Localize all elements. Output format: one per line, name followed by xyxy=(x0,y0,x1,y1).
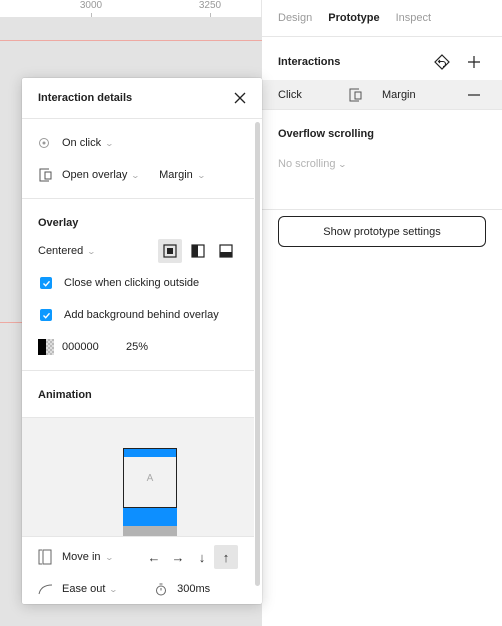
action-select[interactable]: Open overlay ⌄ xyxy=(62,169,141,181)
ease-curve-icon xyxy=(38,583,62,595)
animation-type-value: Move in xyxy=(62,551,101,563)
destination-value: Margin xyxy=(159,169,193,181)
background-color-value[interactable]: 000000 xyxy=(62,341,126,353)
interaction-destination: Margin xyxy=(382,88,416,101)
interaction-details-popup: Interaction details On click ⌄ Open over… xyxy=(22,78,262,604)
overlay-bottom-icon[interactable] xyxy=(214,239,238,263)
flow-starting-point-icon[interactable] xyxy=(430,50,454,74)
ruler-tick xyxy=(210,13,211,17)
easing-value: Ease out xyxy=(62,583,106,595)
color-swatch[interactable] xyxy=(38,339,54,355)
close-outside-label: Close when clicking outside xyxy=(64,277,200,289)
chevron-down-icon: ⌄ xyxy=(104,552,114,562)
duration-field[interactable]: 300ms xyxy=(155,583,210,596)
preview-frame-b xyxy=(123,508,177,526)
trigger-select[interactable]: On click ⌄ xyxy=(62,137,115,149)
action-row: Open overlay ⌄ Margin ⌄ xyxy=(22,159,254,191)
overflow-title: Overflow scrolling xyxy=(278,128,374,140)
background-opacity-value[interactable]: 25% xyxy=(126,341,148,353)
preview-frame-a: A xyxy=(123,448,177,508)
interactions-header: Interactions xyxy=(262,44,502,80)
minus-icon[interactable] xyxy=(462,83,486,107)
chevron-down-icon: ⌄ xyxy=(131,170,141,180)
close-icon[interactable] xyxy=(228,86,252,110)
chevron-down-icon: ⌄ xyxy=(338,159,348,169)
add-background-row: Add background behind overlay xyxy=(22,299,254,331)
layout-guide xyxy=(0,40,262,41)
tab-prototype[interactable]: Prototype xyxy=(328,12,379,24)
preview-frame-bar xyxy=(124,449,176,457)
destination-select[interactable]: Margin ⌄ xyxy=(159,169,206,181)
duration-value: 300ms xyxy=(177,583,211,595)
overlay-title: Overlay xyxy=(38,217,79,229)
plus-icon[interactable] xyxy=(462,50,486,74)
close-outside-checkbox[interactable] xyxy=(40,277,52,289)
popup-title: Interaction details xyxy=(38,92,133,104)
interaction-trigger: Click xyxy=(278,88,302,101)
interactions-title: Interactions xyxy=(278,56,341,68)
easing-select[interactable]: Ease out ⌄ xyxy=(62,583,119,595)
animation-type-row: Move in ⌄ ← → ↓ ↑ xyxy=(22,541,254,573)
animation-preview: A xyxy=(22,417,254,537)
action-value: Open overlay xyxy=(62,169,128,181)
ruler-label: 3250 xyxy=(198,0,222,11)
tab-design[interactable]: Design xyxy=(278,12,312,24)
horizontal-ruler: 3000 3250 xyxy=(0,0,262,17)
properties-panel: Design Prototype Inspect Interactions Cl… xyxy=(262,0,502,626)
background-color-row: 000000 25% xyxy=(22,331,254,363)
direction-buttons: ← → ↓ ↑ xyxy=(142,545,238,569)
overflow-select[interactable]: No scrolling ⌄ xyxy=(278,152,486,176)
overflow-scrolling-section: Overflow scrolling No scrolling ⌄ xyxy=(262,110,502,210)
chevron-down-icon: ⌄ xyxy=(104,138,115,148)
animation-title: Animation xyxy=(38,389,92,401)
ruler-tick xyxy=(91,13,92,17)
animation-type-select[interactable]: Move in ⌄ xyxy=(62,551,114,563)
chevron-down-icon: ⌄ xyxy=(109,584,119,594)
target-icon xyxy=(38,137,62,149)
easing-row: Ease out ⌄ 300ms xyxy=(22,573,254,604)
close-outside-row: Close when clicking outside xyxy=(22,267,254,299)
overlay-position-value: Centered xyxy=(38,245,84,257)
preview-frame-label: A xyxy=(146,473,154,484)
arrow-right-icon[interactable]: → xyxy=(166,545,190,569)
overlay-left-icon[interactable] xyxy=(186,239,210,263)
overlay-position-buttons xyxy=(158,239,238,263)
overflow-value: No scrolling xyxy=(278,158,336,170)
overlay-position-row: Centered ⌄ xyxy=(22,235,254,267)
add-background-checkbox[interactable] xyxy=(40,309,52,321)
move-in-icon xyxy=(38,549,62,565)
arrow-down-icon[interactable]: ↓ xyxy=(190,545,214,569)
preview-frame-b-body xyxy=(123,526,177,536)
open-overlay-icon xyxy=(348,87,382,103)
overlay-position-select[interactable]: Centered ⌄ xyxy=(38,245,97,257)
popup-scrollbar[interactable] xyxy=(255,122,260,586)
overlay-centered-icon[interactable] xyxy=(158,239,182,263)
arrow-left-icon[interactable]: ← xyxy=(142,545,166,569)
panel-tabs: Design Prototype Inspect xyxy=(262,0,502,37)
popup-header: Interaction details xyxy=(22,78,262,119)
trigger-value: On click xyxy=(62,137,102,149)
trigger-row: On click ⌄ xyxy=(22,127,254,159)
arrow-up-icon[interactable]: ↑ xyxy=(214,545,238,569)
interaction-item[interactable]: Click Margin xyxy=(262,80,502,110)
timer-icon xyxy=(156,583,167,595)
chevron-down-icon: ⌄ xyxy=(86,246,97,256)
add-background-label: Add background behind overlay xyxy=(64,309,219,321)
chevron-down-icon: ⌄ xyxy=(196,170,206,180)
open-overlay-icon xyxy=(38,167,62,183)
popup-body: On click ⌄ Open overlay ⌄ Margin ⌄ Overl… xyxy=(22,119,254,604)
tab-inspect[interactable]: Inspect xyxy=(396,12,431,24)
show-prototype-settings-button[interactable]: Show prototype settings xyxy=(278,216,486,247)
ruler-label: 3000 xyxy=(79,0,103,11)
